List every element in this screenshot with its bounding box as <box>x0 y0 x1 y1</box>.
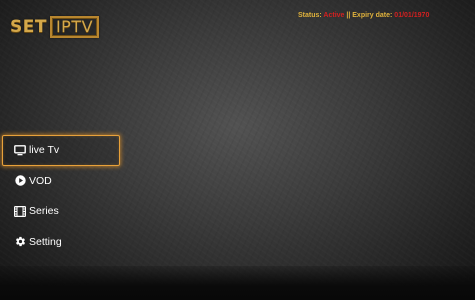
app-screen: SET IPTV Status: Active || Expiry date: … <box>0 0 475 300</box>
status-value: Active <box>323 12 345 19</box>
menu-item-series[interactable]: Series <box>2 196 120 227</box>
menu-item-label: Setting <box>29 235 62 248</box>
play-circle-icon <box>14 175 26 187</box>
logo-text-set: SET <box>10 16 47 37</box>
menu-item-label: Series <box>29 205 59 217</box>
logo-frame: IPTV <box>49 16 100 38</box>
menu-item-setting[interactable]: Setting <box>2 227 120 258</box>
logo-text-iptv: IPTV <box>55 17 94 36</box>
main-menu: live Tv VOD Series Setting <box>2 135 120 257</box>
menu-item-vod[interactable]: VOD <box>2 166 120 197</box>
tv-icon <box>14 144 26 156</box>
gear-icon <box>14 236 26 248</box>
menu-item-live-tv[interactable]: live Tv <box>2 135 120 166</box>
subscription-status: Status: Active || Expiry date: 01/01/197… <box>298 11 429 20</box>
expiry-label: Expiry date: <box>352 12 393 19</box>
bottom-shade <box>0 266 475 300</box>
status-separator: || <box>346 12 351 19</box>
expiry-value: 01/01/1970 <box>394 12 430 19</box>
film-icon <box>14 205 26 217</box>
status-label: Status: <box>298 12 322 19</box>
app-logo: SET IPTV <box>10 13 100 41</box>
menu-item-label: VOD <box>29 174 52 187</box>
menu-item-label: live Tv <box>29 144 60 156</box>
